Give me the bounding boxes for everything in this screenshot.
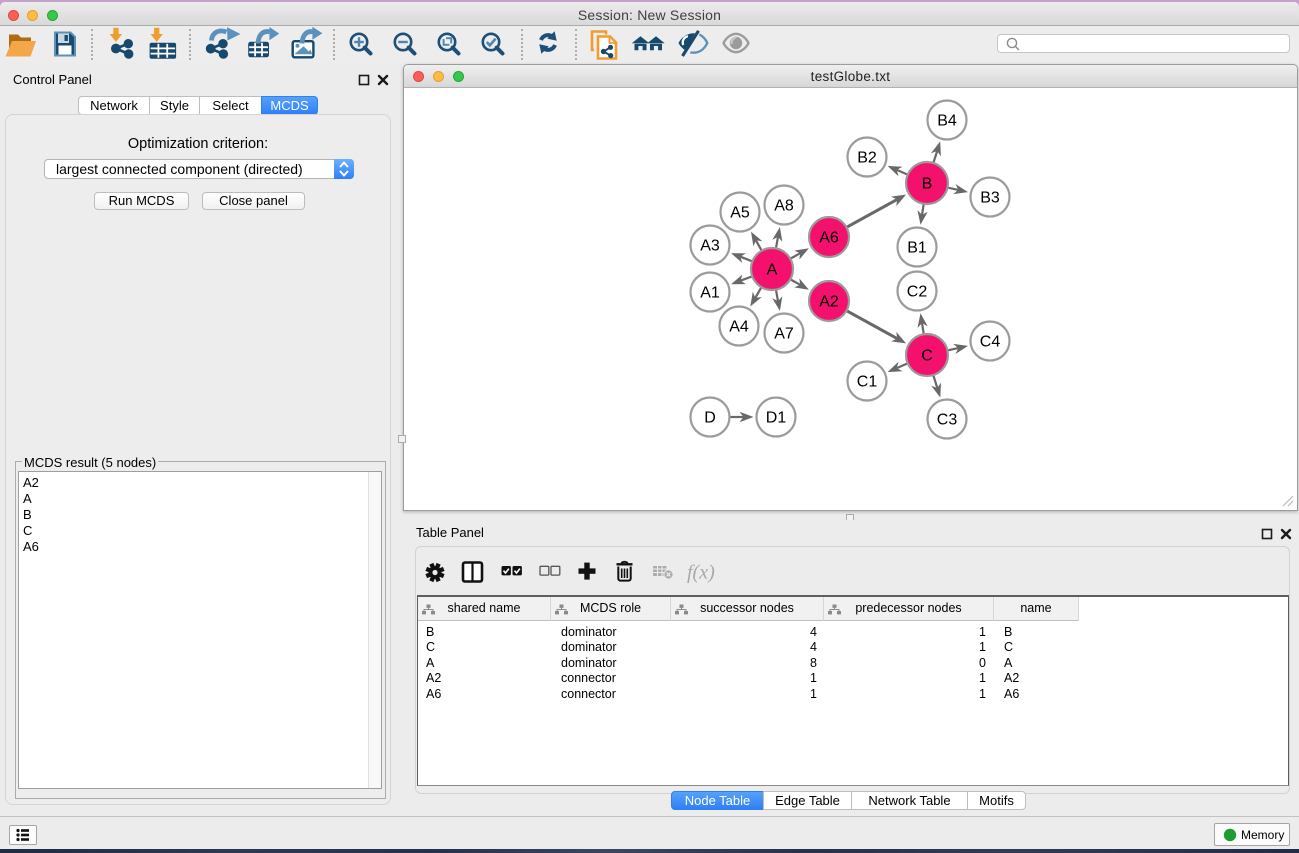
svg-text:A6: A6 (819, 230, 839, 247)
svg-text:A5: A5 (730, 205, 750, 222)
svg-text:C2: C2 (907, 284, 928, 301)
svg-text:C3: C3 (937, 412, 958, 429)
svg-text:A4: A4 (729, 319, 749, 336)
svg-text:C4: C4 (980, 334, 1001, 351)
svg-text:A7: A7 (774, 326, 794, 343)
svg-text:B3: B3 (980, 190, 1000, 207)
svg-text:D: D (704, 410, 716, 427)
svg-text:A2: A2 (819, 294, 839, 311)
svg-text:B: B (922, 176, 933, 193)
svg-text:C1: C1 (857, 374, 878, 391)
svg-text:B2: B2 (857, 150, 877, 167)
svg-text:A8: A8 (774, 198, 794, 215)
svg-text:C: C (921, 348, 933, 365)
svg-text:B1: B1 (907, 240, 927, 257)
svg-text:A3: A3 (700, 238, 720, 255)
svg-text:D1: D1 (766, 410, 787, 427)
svg-text:B4: B4 (937, 113, 957, 130)
svg-text:A1: A1 (700, 285, 720, 302)
svg-text:A: A (767, 262, 778, 279)
svg-text:f(x): f(x) (687, 562, 715, 584)
